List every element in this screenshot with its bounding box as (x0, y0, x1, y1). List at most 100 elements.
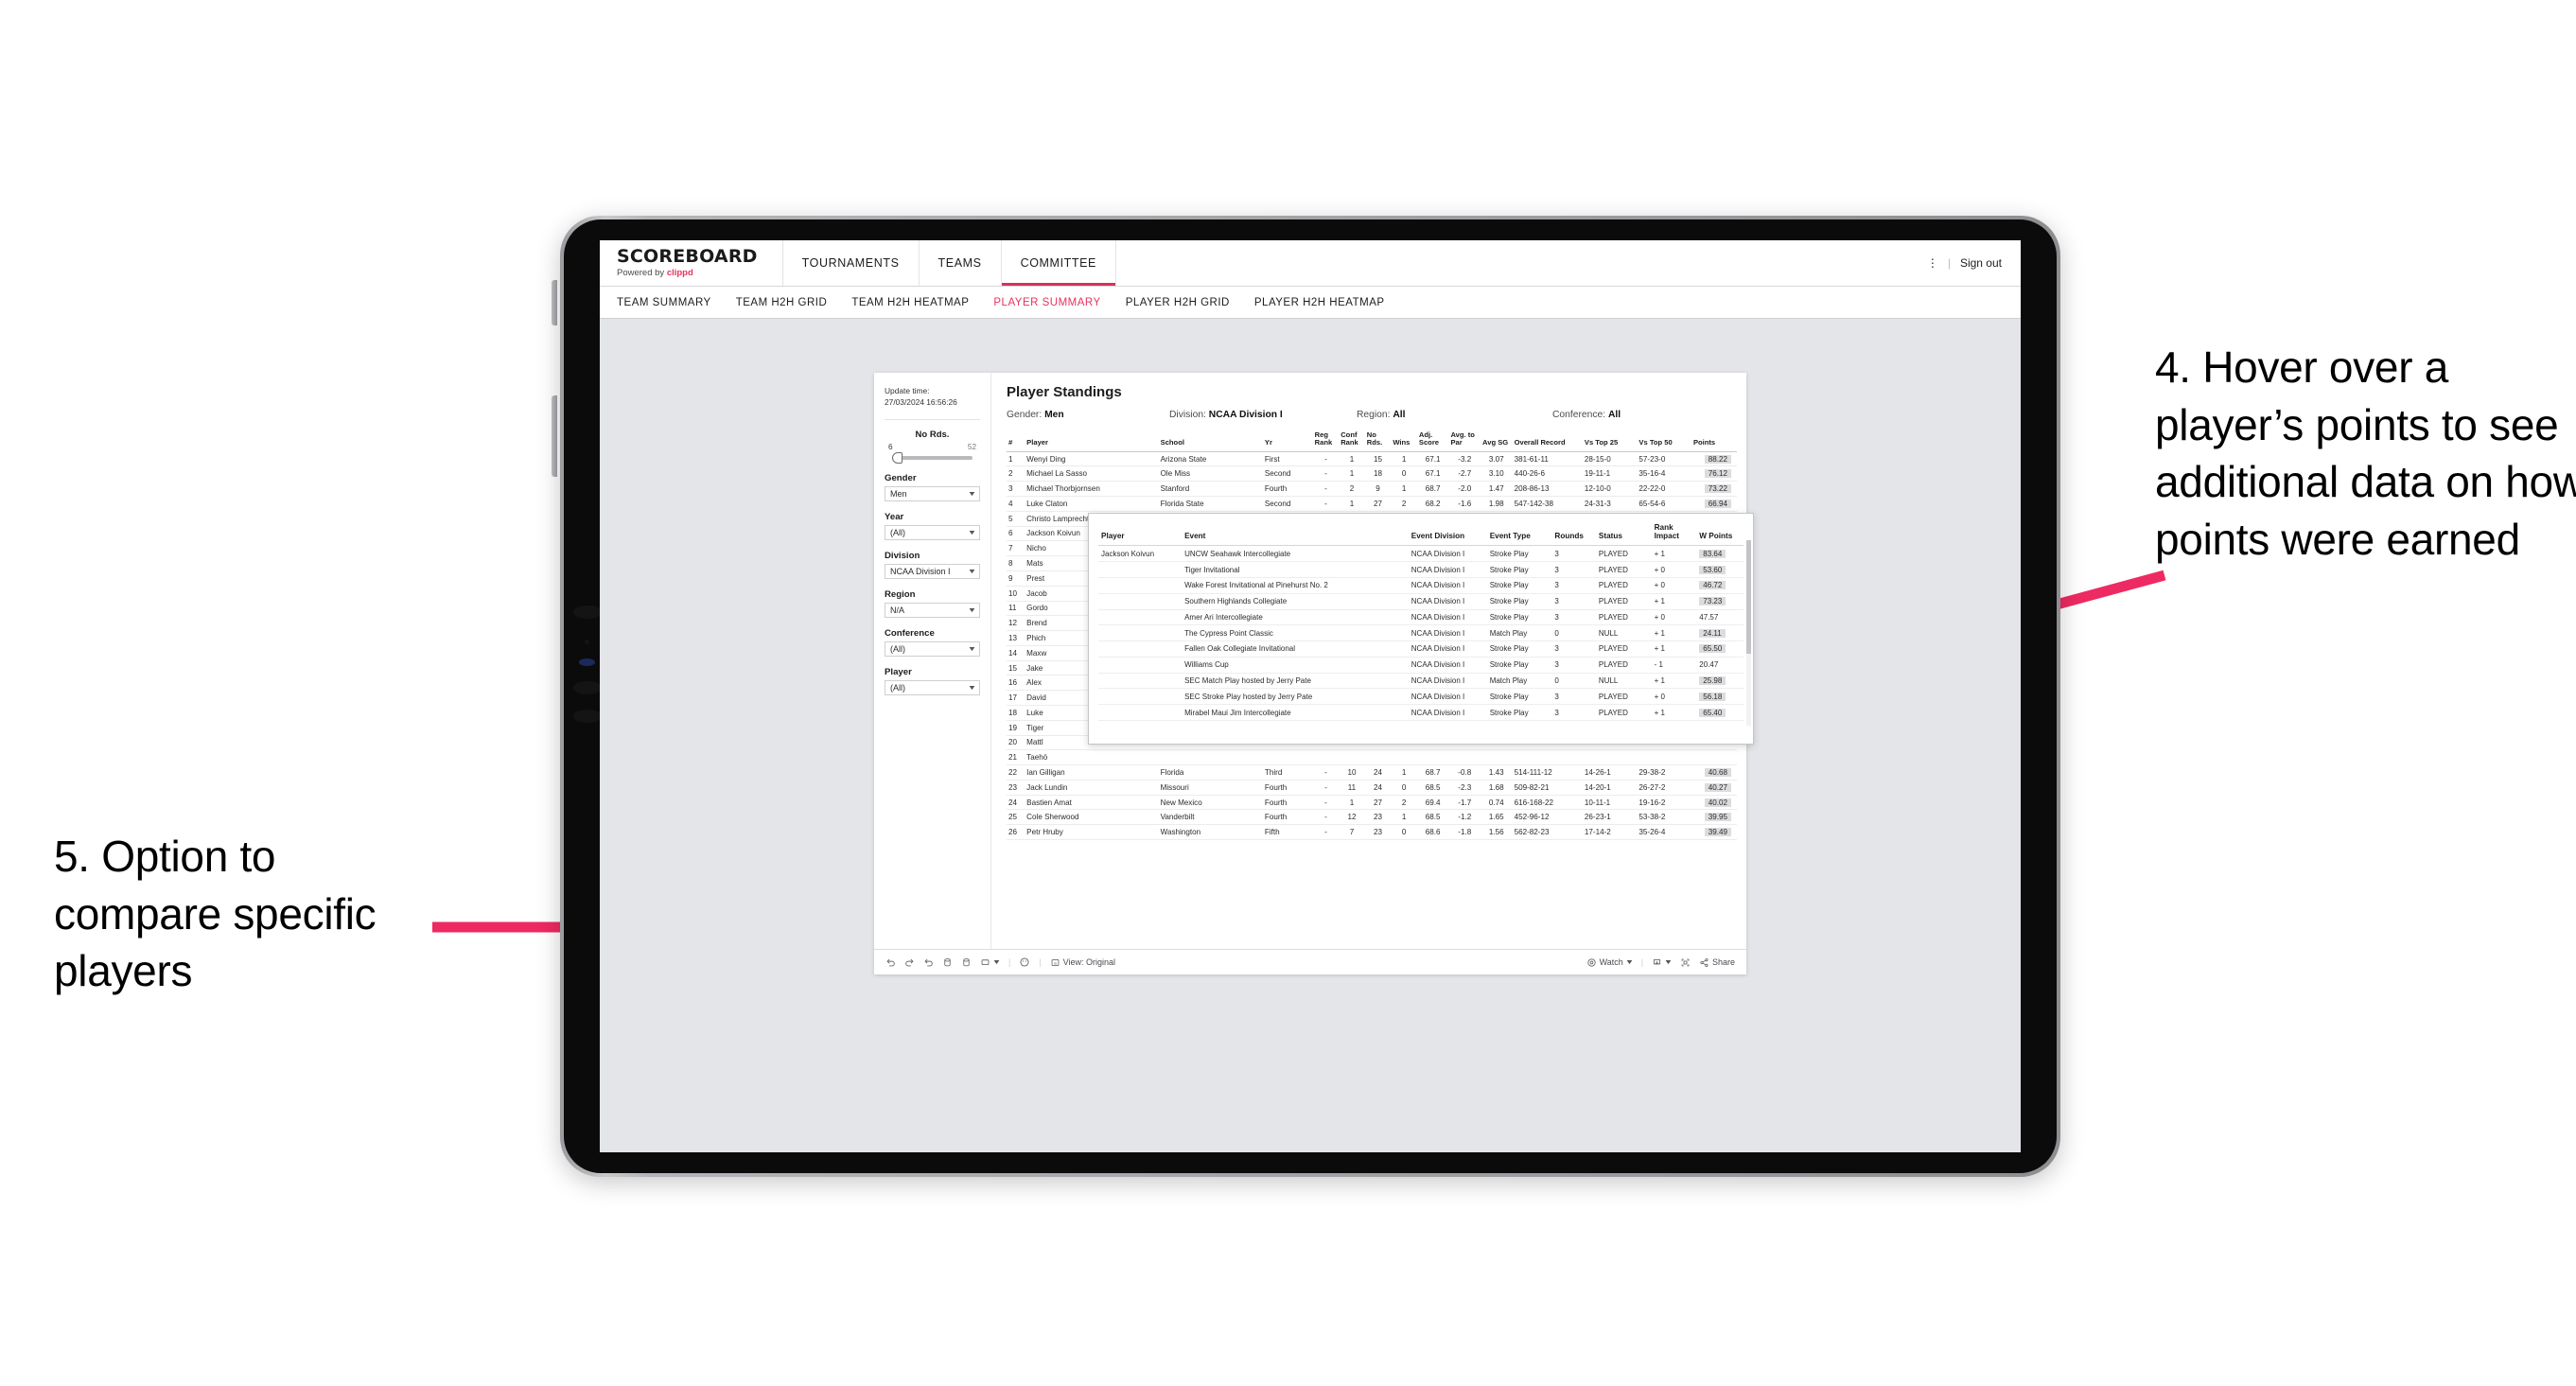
filter-year-select[interactable]: (All) ▼ (885, 525, 980, 541)
tip-cell-status: PLAYED (1595, 657, 1652, 674)
points-value[interactable]: 40.02 (1704, 798, 1731, 807)
cell-points[interactable]: 40.02 (1691, 795, 1737, 811)
col-reg-rank[interactable]: Reg Rank (1312, 430, 1340, 452)
fullscreen-icon[interactable] (1680, 957, 1691, 968)
col-school[interactable]: School (1158, 430, 1263, 452)
tip-cell-rank-impact: + 0 (1651, 561, 1697, 578)
tip-cell-w-points: 46.72 (1696, 577, 1744, 594)
table-row[interactable]: 4 Luke Claton Florida State Second -1 27 2 68.2… (1007, 496, 1737, 512)
col-conf-rank[interactable]: Conf Rank (1339, 430, 1365, 452)
sign-out-link[interactable]: Sign out (1960, 256, 2002, 270)
cell-points[interactable]: 40.68 (1691, 764, 1737, 781)
filter-player-select[interactable]: (All) ▼ (885, 680, 980, 696)
cell-par: -1.8 (1448, 824, 1481, 840)
table-row[interactable]: 21 Taehö (1007, 749, 1737, 766)
subnav-player-summary[interactable]: PLAYER SUMMARY (993, 297, 1100, 308)
subnav-player-h2h-heatmap[interactable]: PLAYER H2H HEATMAP (1254, 297, 1385, 308)
tip-col-event: Event (1182, 521, 1409, 547)
table-row[interactable]: 1 Wenyi Ding Arizona State First -1 15 1 67.1 -3… (1007, 451, 1737, 467)
tablet-power-button[interactable] (552, 280, 557, 325)
cell-reg: - (1312, 780, 1340, 796)
points-value[interactable]: 73.22 (1704, 484, 1731, 494)
tooltip-scrollbar[interactable] (1746, 540, 1751, 726)
points-value[interactable]: 76.12 (1704, 469, 1731, 479)
no-rounds-track[interactable] (892, 452, 973, 465)
w-points-value: 24.11 (1699, 628, 1726, 638)
col-avg-to-par[interactable]: Avg. to Par (1448, 430, 1481, 452)
table-row[interactable]: 23 Jack Lundin Missouri Fourth -11 24 0 68.5 -2.… (1007, 780, 1737, 796)
w-points-value: 83.64 (1699, 549, 1726, 558)
nav-teams[interactable]: TEAMS (920, 240, 1002, 286)
summary-division: Division: NCAA Division I (1169, 410, 1357, 420)
subnav-team-h2h-heatmap[interactable]: TEAM H2H HEATMAP (851, 297, 969, 308)
subnav-team-summary[interactable]: TEAM SUMMARY (617, 297, 711, 308)
col-vs-top-50[interactable]: Vs Top 50 (1637, 430, 1691, 452)
cell-points[interactable]: 39.95 (1691, 809, 1737, 826)
table-row[interactable]: 25 Cole Sherwood Vanderbilt Fourth -12 23 1 68.… (1007, 809, 1737, 826)
cell-points[interactable]: 88.22 (1691, 451, 1737, 467)
cell-points[interactable]: 39.49 (1691, 824, 1737, 840)
redo-icon[interactable] (904, 957, 915, 968)
cell-t50: 57-23-0 (1637, 451, 1691, 467)
device-layout-icon[interactable]: ▼ (980, 957, 1001, 968)
revert-icon[interactable] (923, 957, 934, 968)
table-row[interactable]: 22 Ian Gilligan Florida Third -10 24 1 68.7 -0.8… (1007, 764, 1737, 781)
col-rank[interactable]: # (1007, 430, 1025, 452)
table-row[interactable]: 26 Petr Hruby Washington Fifth -7 23 0 68.6 -1.8… (1007, 824, 1737, 840)
tooltip-row: The Cypress Point Classic NCAA Division I… (1098, 624, 1744, 642)
cell-points[interactable]: 66.94 (1691, 496, 1737, 512)
col-yr[interactable]: Yr (1262, 430, 1313, 452)
show-hide-cards-icon[interactable] (1019, 956, 1030, 968)
col-no-rds[interactable]: No Rds. (1364, 430, 1392, 452)
points-value[interactable]: 40.68 (1704, 767, 1731, 777)
col-avg-sg[interactable]: Avg SG (1481, 430, 1513, 452)
filter-conference-select[interactable]: (All) ▼ (885, 641, 980, 658)
filter-gender-select[interactable]: Men ▼ (885, 486, 980, 502)
nav-committee[interactable]: COMMITTEE (1001, 240, 1116, 286)
subnav-player-h2h-grid[interactable]: PLAYER H2H GRID (1126, 297, 1230, 308)
watch-button[interactable]: Watch ▼ (1586, 957, 1634, 968)
cell-adj: 67.1 (1416, 451, 1449, 467)
col-overall-record[interactable]: Overall Record (1512, 430, 1583, 452)
table-row[interactable]: 2 Michael La Sasso Ole Miss Second -1 18 0 67.1… (1007, 465, 1737, 482)
view-original-button[interactable]: a View: Original (1050, 957, 1115, 968)
points-value[interactable]: 40.27 (1704, 782, 1731, 792)
cell-points[interactable] (1691, 749, 1737, 766)
tablet-volume-button[interactable] (552, 395, 557, 477)
share-button[interactable]: Share (1699, 957, 1735, 968)
col-wins[interactable]: Wins (1391, 430, 1417, 452)
cell-player: Jack Lundin (1025, 780, 1159, 796)
tip-col-division: Event Division (1408, 521, 1487, 547)
cell-points[interactable]: 40.27 (1691, 780, 1737, 796)
download-icon[interactable]: ▼ (1652, 957, 1673, 968)
tip-cell-type: Stroke Play (1486, 609, 1552, 626)
brand-logo[interactable]: SCOREBOARD Powered by clippd (600, 240, 783, 286)
no-rounds-slider[interactable]: No Rds. 6 52 (885, 430, 980, 465)
cell-rec (1512, 749, 1583, 766)
table-row[interactable]: 3 Michael Thorbjornsen Stanford Fourth -2 9 1 6… (1007, 481, 1737, 498)
col-adj-score[interactable]: Adj. Score (1416, 430, 1449, 452)
tablet-device-frame: SCOREBOARD Powered by clippd TOURNAMENTS… (552, 216, 2060, 1177)
pause-updates-icon[interactable] (961, 957, 972, 968)
tip-cell-player (1098, 688, 1183, 706)
points-value[interactable]: 88.22 (1704, 454, 1731, 464)
no-rounds-handle[interactable] (892, 452, 902, 465)
col-player[interactable]: Player (1025, 430, 1159, 452)
col-points[interactable]: Points (1691, 430, 1737, 452)
kebab-menu-icon[interactable]: ⋮ (1927, 256, 1938, 270)
points-value[interactable]: 39.49 (1704, 828, 1731, 837)
cell-points[interactable]: 73.22 (1691, 481, 1737, 498)
cell-conf: 1 (1339, 465, 1365, 482)
col-vs-top-25[interactable]: Vs Top 25 (1582, 430, 1638, 452)
undo-icon[interactable] (885, 957, 896, 968)
filter-region-select[interactable]: N/A ▼ (885, 603, 980, 619)
cell-points[interactable]: 76.12 (1691, 465, 1737, 482)
subnav-team-h2h-grid[interactable]: TEAM H2H GRID (736, 297, 828, 308)
filter-division-select[interactable]: NCAA Division I ▼ (885, 564, 980, 580)
points-value[interactable]: 66.94 (1704, 499, 1731, 508)
points-value[interactable]: 39.95 (1704, 813, 1731, 822)
refresh-data-icon[interactable] (942, 957, 953, 968)
nav-tournaments[interactable]: TOURNAMENTS (783, 240, 920, 286)
table-row[interactable]: 24 Bastien Amat New Mexico Fourth -1 27 2 69.4-… (1007, 795, 1737, 811)
summary-conference-value: All (1607, 410, 1621, 420)
